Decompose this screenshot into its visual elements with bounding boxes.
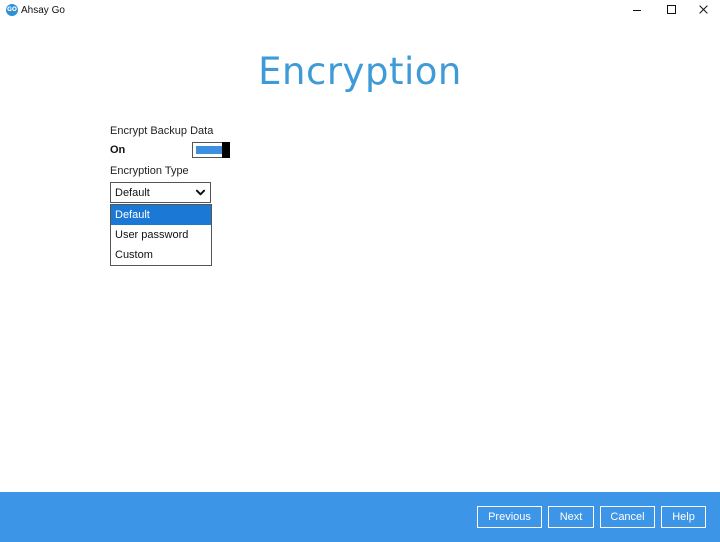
cancel-button[interactable]: Cancel [600, 506, 655, 528]
encryption-type-label: Encryption Type [110, 165, 189, 177]
encrypt-backup-label: Encrypt Backup Data [110, 125, 214, 137]
app-window: GO Ahsay Go Encryption Encrypt Backup Da… [0, 0, 720, 542]
next-button[interactable]: Next [548, 506, 594, 528]
option-default[interactable]: Default [111, 205, 211, 225]
toggle-track-fill [196, 146, 223, 154]
encryption-type-selected-value: Default [115, 187, 150, 199]
title-bar[interactable]: GO Ahsay Go [0, 0, 720, 22]
page-title: Encryption [258, 50, 462, 93]
option-user-password[interactable]: User password [111, 225, 211, 245]
toggle-knob[interactable] [222, 142, 230, 158]
footer-bar: Previous Next Cancel Help [0, 492, 720, 542]
help-button[interactable]: Help [661, 506, 706, 528]
encryption-type-select[interactable]: Default [110, 182, 211, 203]
window-title: Ahsay Go [21, 5, 65, 16]
option-custom[interactable]: Custom [111, 245, 211, 265]
encrypt-backup-toggle[interactable] [192, 142, 230, 158]
close-icon[interactable] [686, 0, 720, 22]
encrypt-toggle-state: On [110, 144, 126, 156]
app-logo-icon: GO [6, 4, 18, 16]
previous-button[interactable]: Previous [477, 506, 542, 528]
encryption-type-dropdown-list: Default User password Custom [110, 204, 212, 266]
chevron-down-icon [196, 189, 205, 196]
maximize-icon[interactable] [654, 0, 688, 22]
minimize-icon[interactable] [620, 0, 654, 22]
